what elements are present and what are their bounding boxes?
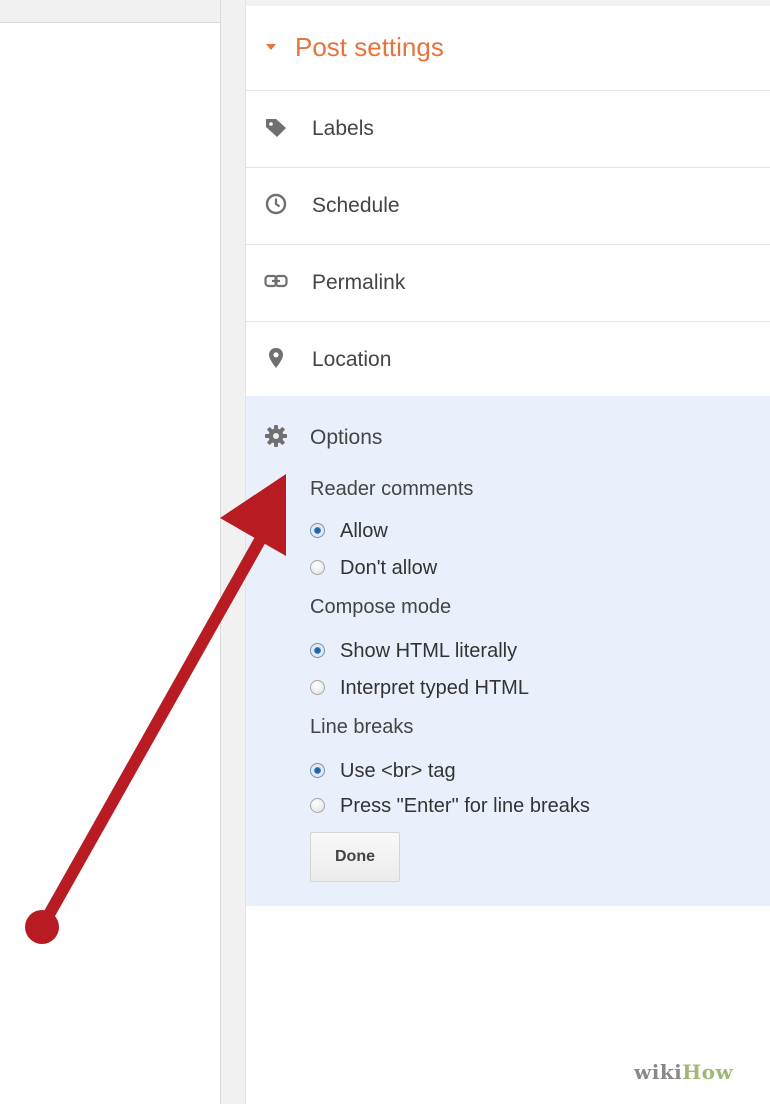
radio-label[interactable]: Press "Enter" for line breaks [340, 795, 590, 818]
post-settings-header[interactable]: Post settings [246, 6, 770, 91]
link-icon [264, 274, 288, 288]
radio-button[interactable] [310, 798, 325, 813]
pane-gutter [221, 0, 245, 1104]
watermark-how: How [682, 1060, 734, 1084]
caret-down-icon [266, 44, 276, 50]
radio-button-checked[interactable] [310, 523, 325, 538]
line-breaks-title: Line breaks [310, 716, 414, 738]
radio-button-checked[interactable] [310, 643, 325, 658]
compose-mode-title: Compose mode [310, 596, 452, 618]
map-pin-icon [269, 348, 283, 368]
reader-comments-title: Reader comments [310, 478, 474, 500]
sidebar-item-label: Schedule [312, 194, 400, 217]
sidebar-item-label: Permalink [312, 271, 406, 294]
sidebar-item-label: Location [312, 348, 392, 371]
post-editor-pane [0, 0, 221, 1104]
gear-icon[interactable] [264, 424, 288, 448]
radio-label[interactable]: Don't allow [340, 557, 437, 580]
editor-top-strip [0, 0, 220, 23]
radio-label[interactable]: Show HTML literally [340, 640, 517, 663]
sidebar-item-schedule[interactable]: Schedule [246, 168, 770, 245]
radio-label[interactable]: Allow [340, 520, 388, 543]
watermark-wiki: wiki [634, 1060, 683, 1084]
options-label[interactable]: Options [310, 426, 382, 450]
options-panel: Options Reader comments Allow Don't allo… [246, 396, 770, 906]
radio-button[interactable] [310, 680, 325, 695]
sidebar-item-labels[interactable]: Labels [246, 91, 770, 168]
sidebar-item-location[interactable]: Location [246, 322, 770, 399]
tag-icon [266, 119, 286, 137]
radio-label[interactable]: Use <br> tag [340, 760, 456, 783]
post-settings-sidebar: Post settings Labels Schedule Permalink … [245, 0, 770, 1104]
sidebar-item-permalink[interactable]: Permalink [246, 245, 770, 322]
done-button[interactable]: Done [310, 832, 400, 882]
clock-icon [265, 193, 287, 215]
radio-button-checked[interactable] [310, 763, 325, 778]
radio-button[interactable] [310, 560, 325, 575]
sidebar-item-label: Labels [312, 117, 374, 140]
wikihow-watermark: wikiHow [634, 1060, 733, 1084]
radio-label[interactable]: Interpret typed HTML [340, 677, 529, 700]
post-settings-title: Post settings [295, 32, 444, 62]
